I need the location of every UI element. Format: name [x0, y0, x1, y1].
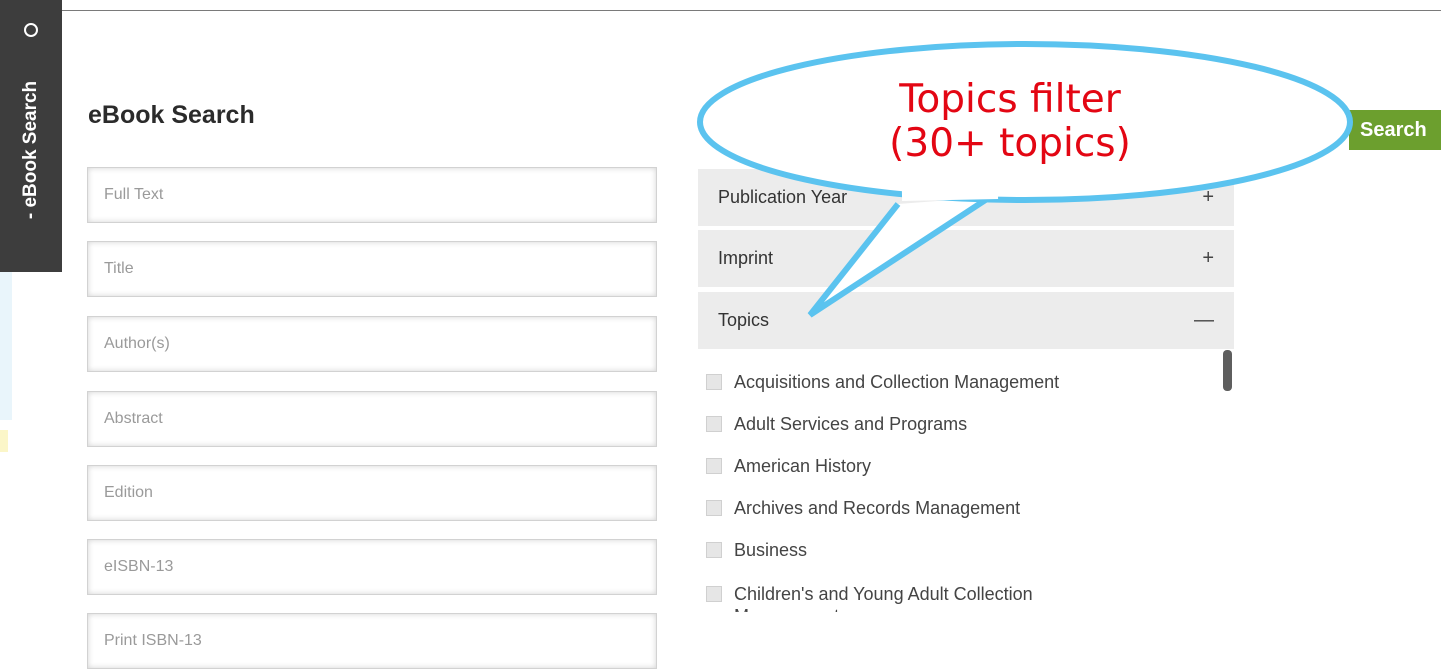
- top-divider: [62, 10, 1441, 11]
- authors-input[interactable]: [87, 316, 657, 372]
- abstract-input[interactable]: [87, 391, 657, 447]
- topic-option[interactable]: Acquisitions and Collection Management: [706, 367, 1059, 397]
- topic-option[interactable]: Children's and Young Adult Collection Ma…: [706, 577, 1074, 612]
- topic-label: Acquisitions and Collection Management: [734, 371, 1060, 392]
- topic-label: American History: [734, 455, 872, 476]
- highlight-mark: [0, 430, 8, 452]
- print-isbn-input[interactable]: [87, 613, 657, 669]
- page-title: eBook Search: [88, 101, 255, 129]
- topic-label: Archives and Records Management: [734, 497, 1021, 518]
- highlight-mark: [0, 250, 12, 420]
- title-input[interactable]: [87, 241, 657, 297]
- topic-option[interactable]: Business: [706, 535, 807, 565]
- topic-checkbox[interactable]: [706, 500, 722, 516]
- full-text-input[interactable]: [87, 167, 657, 223]
- topic-checkbox[interactable]: [706, 416, 722, 432]
- topic-option[interactable]: Adult Services and Programs: [706, 409, 967, 439]
- callout-line-2: (30+ topics): [889, 121, 1131, 166]
- topic-option[interactable]: American History: [706, 451, 871, 481]
- refresh-icon[interactable]: [24, 23, 38, 37]
- side-tab-label: - eBook Search: [20, 80, 41, 220]
- topic-checkbox[interactable]: [706, 586, 722, 602]
- side-tab-ebook-search[interactable]: - eBook Search: [0, 0, 62, 272]
- topic-label: Business: [734, 539, 808, 560]
- edition-input[interactable]: [87, 465, 657, 521]
- eisbn-input[interactable]: [87, 539, 657, 595]
- topic-label: Adult Services and Programs: [734, 413, 968, 434]
- topics-scrollbar[interactable]: [1223, 350, 1232, 391]
- topic-checkbox[interactable]: [706, 542, 722, 558]
- topics-list: Acquisitions and Collection Management A…: [706, 350, 1226, 612]
- topic-checkbox[interactable]: [706, 374, 722, 390]
- callout-line-1: Topics filter: [899, 77, 1121, 122]
- topic-option[interactable]: Archives and Records Management: [706, 493, 1020, 523]
- topic-checkbox[interactable]: [706, 458, 722, 474]
- topic-label: Children's and Young Adult Collection Ma…: [734, 584, 1033, 612]
- callout-text: Topics filter (30+ topics): [700, 78, 1320, 166]
